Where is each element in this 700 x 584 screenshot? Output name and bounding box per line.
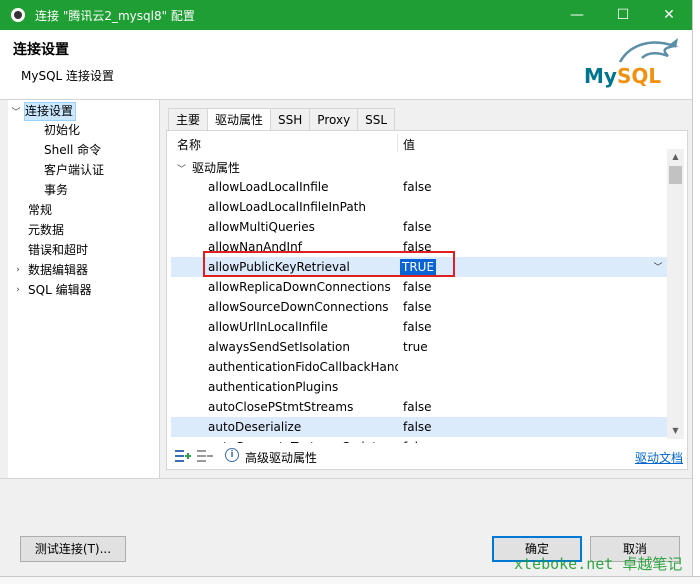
nav-item-shell-commands[interactable]: Shell 命令	[44, 141, 101, 160]
dialog-header: 连接设置 MySQL 连接设置 MySQL	[0, 30, 692, 100]
chevron-down-icon[interactable]: ﹀	[651, 260, 665, 273]
column-header-name[interactable]: 名称	[177, 136, 201, 153]
mysql-wordmark-my: My	[584, 64, 617, 88]
tab-bar: 主要 驱动属性 SSH Proxy SSL	[168, 108, 396, 131]
property-name: autoDeserialize	[208, 420, 302, 434]
tab-ssh[interactable]: SSH	[270, 108, 311, 130]
add-property-icon[interactable]	[175, 450, 191, 462]
info-icon: i	[225, 448, 239, 462]
dbeaver-app-icon	[11, 8, 25, 22]
window-controls: — ☐ ✕	[554, 0, 692, 30]
vertical-scrollbar[interactable]: ▲ ▼	[667, 149, 684, 439]
property-value[interactable]: true	[403, 340, 428, 354]
property-group-row[interactable]: ﹀ 驱动属性	[177, 159, 240, 176]
nav-item-transactions[interactable]: 事务	[44, 181, 68, 200]
property-group-label: 驱动属性	[192, 161, 241, 175]
minimize-button[interactable]: —	[554, 0, 600, 30]
property-row[interactable]: authenticationPlugins	[171, 377, 667, 397]
property-row[interactable]: allowLoadLocalInfile false	[171, 177, 667, 197]
nav-item-connection-settings[interactable]: 连接设置	[24, 102, 77, 121]
title-bar: 连接 "腾讯云2_mysql8" 配置 — ☐ ✕	[0, 0, 692, 30]
property-name: allowLoadLocalInfile	[208, 180, 329, 194]
property-value[interactable]: false	[403, 180, 432, 194]
nav-item-init[interactable]: 初始化	[44, 121, 80, 140]
chevron-right-icon[interactable]: ›	[13, 265, 23, 275]
advanced-properties-label: 高级驱动属性	[245, 451, 318, 465]
property-name: allowSourceDownConnections	[208, 300, 389, 314]
header-subtitle: MySQL 连接设置	[21, 69, 115, 83]
dialog-footer: 测试连接(T)... 确定 取消 xteboke.net 卓越笔记	[0, 478, 692, 576]
driver-docs-link[interactable]: 驱动文档	[635, 449, 683, 466]
close-button[interactable]: ✕	[646, 0, 692, 30]
property-name: allowUrlInLocalInfile	[208, 320, 328, 334]
chevron-right-icon[interactable]: ›	[13, 285, 23, 295]
chevron-down-icon[interactable]: ﹀	[11, 105, 21, 118]
column-separator[interactable]	[397, 134, 398, 152]
scroll-up-arrow-icon[interactable]: ▲	[667, 149, 684, 165]
nav-item-label: 元数据	[28, 223, 65, 237]
nav-item-metadata[interactable]: 元数据	[28, 221, 64, 240]
property-name: alwaysSendSetIsolation	[208, 340, 350, 354]
chevron-down-icon: ﹀	[177, 165, 187, 175]
property-value[interactable]: false	[403, 400, 432, 414]
mysql-wordmark: MySQL	[584, 64, 661, 88]
property-name: allowReplicaDownConnections	[208, 280, 391, 294]
nav-item-label: 客户端认证	[44, 163, 105, 177]
header-title: 连接设置	[13, 42, 69, 58]
tab-main[interactable]: 主要	[168, 108, 209, 130]
window-title: 连接 "腾讯云2_mysql8" 配置	[35, 8, 195, 23]
mysql-wordmark-sql: SQL	[616, 64, 662, 88]
maximize-button[interactable]: ☐	[600, 0, 646, 30]
property-name: authenticationPlugins	[208, 380, 339, 394]
background-editor-bottom-strip	[0, 576, 700, 584]
property-value[interactable]: false	[403, 420, 432, 434]
property-name: autoClosePStmtStreams	[208, 400, 354, 414]
dolphin-icon	[618, 38, 679, 63]
nav-item-label: SQL 编辑器	[28, 283, 92, 297]
background-editor-strip	[692, 0, 700, 584]
property-row[interactable]: allowReplicaDownConnections false	[171, 277, 667, 297]
property-name: allowMultiQueries	[208, 220, 315, 234]
nav-item-errors-timeouts[interactable]: 错误和超时	[28, 241, 88, 260]
nav-item-label: 事务	[44, 183, 69, 197]
nav-item-label: 连接设置	[25, 104, 74, 118]
watermark-text: xteboke.net 卓越笔记	[514, 555, 683, 573]
nav-item-label: 错误和超时	[28, 243, 89, 257]
scrollbar-thumb[interactable]	[669, 166, 682, 184]
nav-item-client-auth[interactable]: 客户端认证	[44, 161, 104, 180]
tab-proxy[interactable]: Proxy	[309, 108, 359, 130]
property-row[interactable]: authenticationFidoCallbackHandler	[171, 357, 667, 377]
property-row[interactable]: allowSourceDownConnections false	[171, 297, 667, 317]
properties-toolbar: i 高级驱动属性 驱动文档	[167, 443, 687, 469]
property-row[interactable]: allowUrlInLocalInfile false	[171, 317, 667, 337]
property-value[interactable]: false	[403, 320, 432, 334]
nav-item-label: Shell 命令	[44, 143, 102, 157]
property-row[interactable]: alwaysSendSetIsolation true	[171, 337, 667, 357]
scroll-down-arrow-icon[interactable]: ▼	[667, 423, 684, 439]
nav-item-general[interactable]: 常规	[28, 201, 52, 220]
annotation-highlight-box	[203, 251, 455, 277]
nav-item-label: 初始化	[44, 123, 81, 137]
property-row[interactable]: autoDeserialize false	[171, 417, 667, 437]
nav-item-sql-editor[interactable]: SQL 编辑器	[28, 281, 92, 300]
property-name: authenticationFidoCallbackHandler	[208, 360, 398, 374]
tab-driver-properties[interactable]: 驱动属性	[207, 108, 272, 131]
tab-ssl[interactable]: SSL	[357, 108, 396, 130]
driver-properties-panel: 名称 值 ﹀ 驱动属性 allowLoadLocalInfile false all…	[166, 130, 688, 470]
property-value[interactable]: false	[403, 280, 432, 294]
column-header-value[interactable]: 值	[403, 136, 415, 153]
property-name: allowLoadLocalInfileInPath	[208, 200, 366, 214]
nav-item-label: 数据编辑器	[28, 263, 89, 277]
test-connection-button[interactable]: 测试连接(T)...	[20, 536, 126, 562]
property-value[interactable]: false	[403, 220, 432, 234]
property-row[interactable]: allowLoadLocalInfileInPath	[171, 197, 667, 217]
property-value[interactable]: false	[403, 300, 432, 314]
nav-item-label: 常规	[28, 203, 53, 217]
mysql-logo: MySQL	[582, 38, 682, 94]
remove-property-icon[interactable]	[197, 450, 213, 462]
nav-item-data-editor[interactable]: 数据编辑器	[28, 261, 88, 280]
property-row[interactable]: allowMultiQueries false	[171, 217, 667, 237]
settings-nav-tree: ﹀ 连接设置 初始化 Shell 命令 客户端认证 事务 常规 元数据 错误和超…	[8, 100, 160, 478]
property-row[interactable]: autoClosePStmtStreams false	[171, 397, 667, 417]
